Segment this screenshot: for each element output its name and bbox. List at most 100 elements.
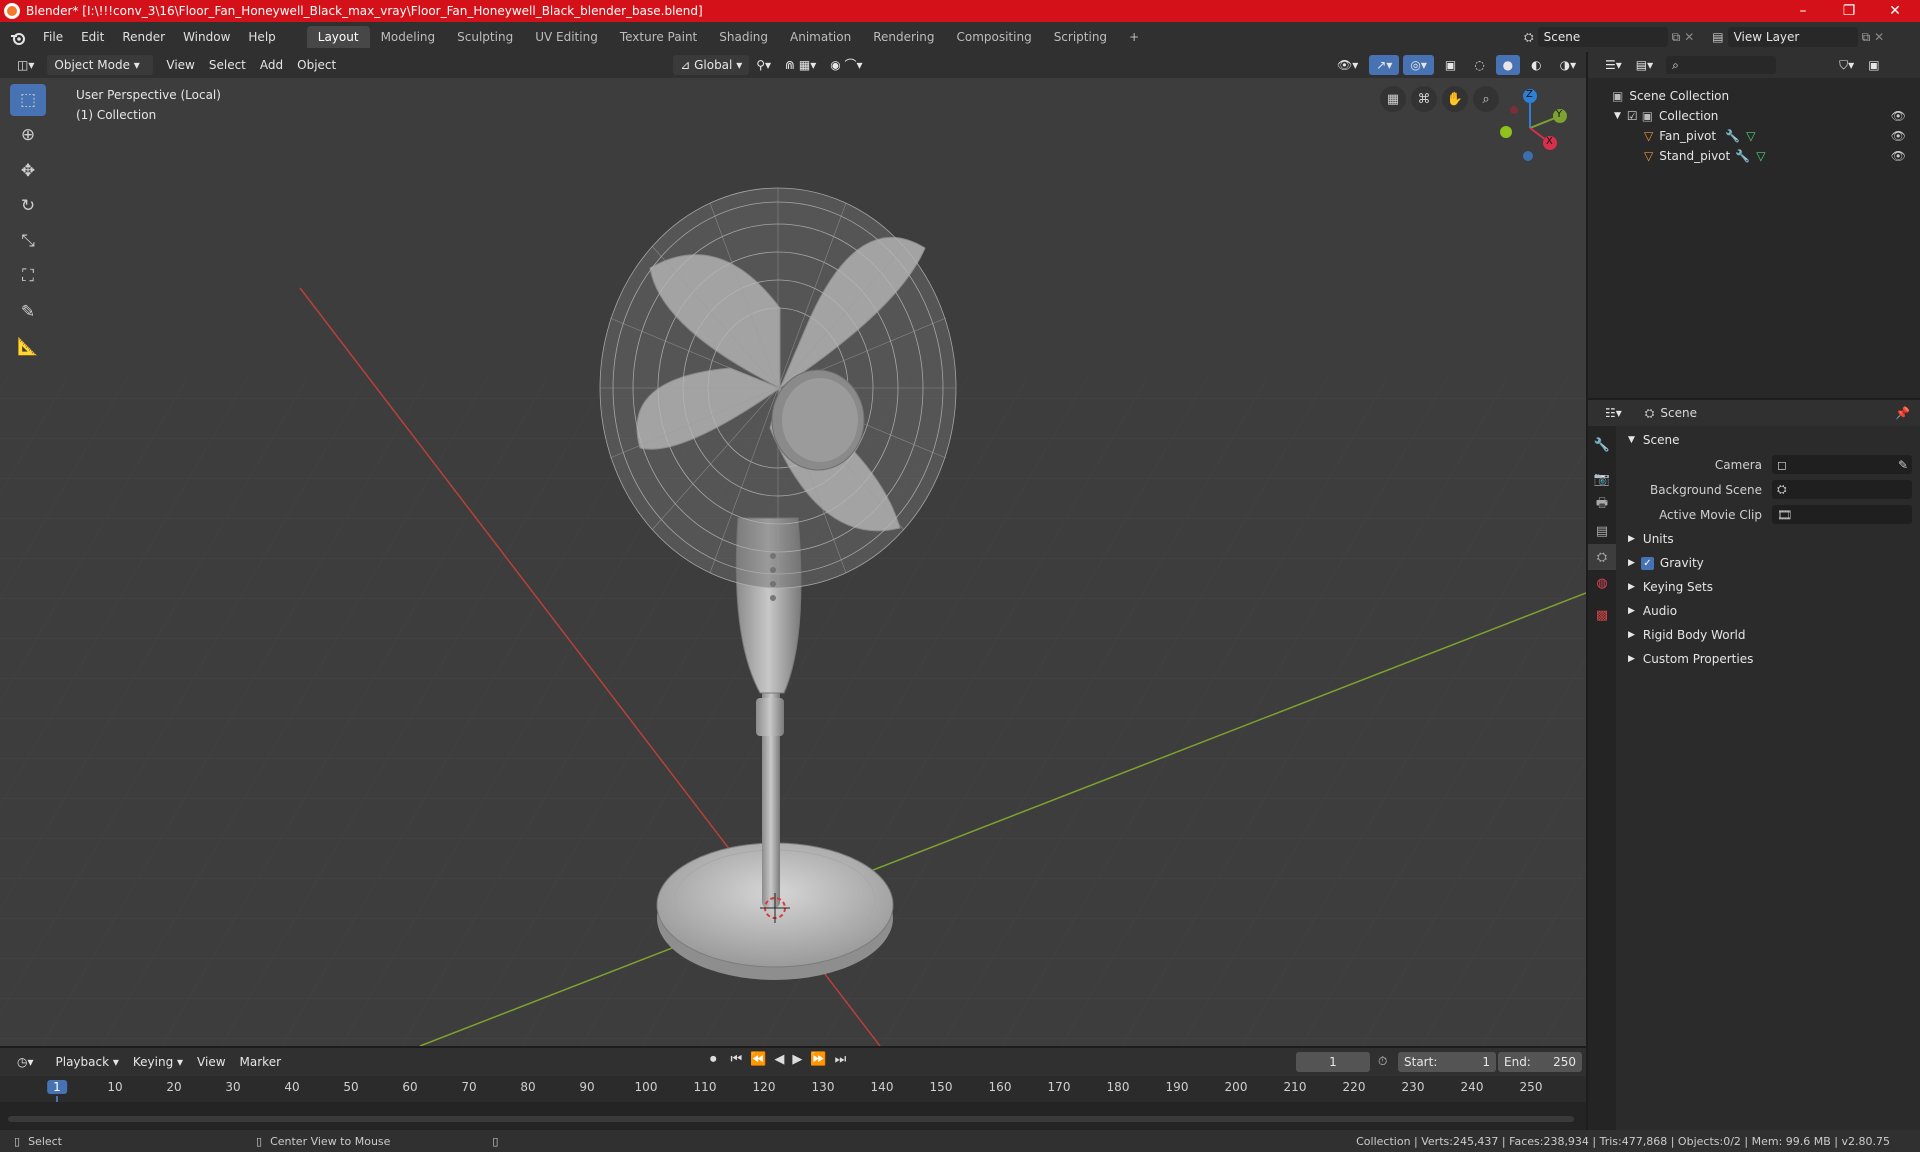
pivot-icon[interactable]: ⚲▾ <box>749 55 778 75</box>
cursor-tool-icon[interactable]: ⊕ <box>10 119 46 151</box>
properties-editor-type-icon[interactable]: ☷▾ <box>1598 403 1629 423</box>
tab-shading[interactable]: Shading <box>708 26 779 48</box>
menu-render[interactable]: Render <box>113 26 174 48</box>
pan-hand-icon[interactable]: ✋ <box>1442 86 1468 112</box>
outliner-object-fan-pivot[interactable]: ▽ Fan_pivot 🔧 ▽ 👁 <box>1588 126 1920 146</box>
start-frame-field[interactable]: Start: 1 <box>1398 1052 1496 1072</box>
rendered-shading-icon[interactable]: ◑▾ <box>1553 55 1584 75</box>
zoom-icon[interactable]: ⌕ <box>1473 86 1499 112</box>
mesh-data-icon[interactable]: ▽ <box>1756 149 1765 163</box>
jump-start-button[interactable]: ⏮ <box>731 1052 743 1067</box>
audio-panel-header[interactable]: ▶ Audio <box>1622 599 1918 623</box>
new-collection-icon[interactable]: ▣ <box>1861 55 1886 75</box>
snap-icon[interactable]: ⋒ ▦▾ <box>778 55 823 75</box>
keying-menu[interactable]: Keying ▾ <box>126 1052 190 1072</box>
camera-field[interactable]: ◻ ✎ <box>1772 455 1912 474</box>
annotate-tool-icon[interactable]: ✎ <box>10 296 46 328</box>
current-frame-indicator[interactable]: 1 <box>47 1080 67 1094</box>
scale-tool-icon[interactable]: ⤡ <box>10 225 46 257</box>
frame-ruler[interactable]: 1 10 20 30 40 50 60 70 80 90 100 110 120 130 140 150 160… <box>0 1076 1586 1130</box>
render-tab-icon[interactable]: 📷 <box>1588 466 1616 492</box>
current-frame-field[interactable]: 1 <box>1296 1052 1370 1072</box>
expand-arrow-icon[interactable]: ▼ <box>1614 111 1621 121</box>
scene-section-header[interactable]: ▼ Scene <box>1622 428 1918 452</box>
view-layer-selector[interactable]: View Layer <box>1727 27 1858 47</box>
marker-menu[interactable]: Marker <box>233 1052 288 1072</box>
overlay-toggle-icon[interactable]: ◎▾ <box>1403 55 1434 75</box>
tab-layout[interactable]: Layout <box>306 26 370 48</box>
tab-sculpting[interactable]: Sculpting <box>446 26 524 48</box>
view-layer-icon[interactable]: ▤ <box>1712 30 1723 44</box>
proportional-edit-icon[interactable]: ◉ ⌒▾ <box>823 55 869 75</box>
new-scene-icon[interactable]: ⧉ <box>1672 30 1681 45</box>
rigid-body-world-panel-header[interactable]: ▶ Rigid Body World <box>1622 623 1918 647</box>
units-panel-header[interactable]: ▶ Units <box>1622 527 1918 551</box>
keying-sets-panel-header[interactable]: ▶ Keying Sets <box>1622 575 1918 599</box>
timeline-scrollbar[interactable] <box>8 1116 1574 1122</box>
scene-selector[interactable]: Scene <box>1537 27 1668 47</box>
timeline-view-menu[interactable]: View <box>190 1052 232 1072</box>
minimize-button[interactable]: – <box>1780 0 1826 22</box>
outliner-search-input[interactable]: ⌕ <box>1666 56 1777 74</box>
output-tab-icon[interactable]: 🖶 <box>1588 492 1616 518</box>
select-box-tool-icon[interactable]: ⬚ <box>10 84 46 116</box>
end-frame-field[interactable]: End: 250 <box>1498 1052 1582 1072</box>
outliner-scene-collection[interactable]: ▣ Scene Collection <box>1588 86 1920 106</box>
tab-uv-editing[interactable]: UV Editing <box>524 26 609 48</box>
playback-menu[interactable]: Playback ▾ <box>49 1052 126 1072</box>
menu-object[interactable]: Object <box>290 55 343 75</box>
menu-add[interactable]: Add <box>253 55 290 75</box>
outliner-object-stand-pivot[interactable]: ▽ Stand_pivot 🔧 ▽ 👁 <box>1588 146 1920 166</box>
tool-tab-icon[interactable]: 🔧 <box>1588 432 1616 458</box>
close-button[interactable]: ✕ <box>1872 0 1918 22</box>
mode-dropdown[interactable]: Object Mode ▾ <box>47 55 154 75</box>
outliner-collection[interactable]: ▼ ☑ ▣ Collection 👁 <box>1588 106 1920 126</box>
gizmo-toggle-icon[interactable]: ↗▾ <box>1369 55 1400 75</box>
tab-modeling[interactable]: Modeling <box>370 26 447 48</box>
world-tab-icon[interactable]: ◍ <box>1588 570 1616 596</box>
mesh-data-icon[interactable]: ▽ <box>1746 129 1755 143</box>
background-scene-field[interactable]: ⛭ <box>1772 480 1912 499</box>
prev-keyframe-button[interactable]: ⏪ <box>750 1052 766 1067</box>
checkbox-icon[interactable]: ☑ <box>1627 109 1638 123</box>
modifier-wrench-icon[interactable]: 🔧 <box>1725 129 1740 143</box>
next-keyframe-button[interactable]: ⏩ <box>810 1052 826 1067</box>
timeline-track[interactable] <box>0 1102 1586 1130</box>
play-button[interactable]: ▶ <box>792 1052 802 1067</box>
orientation-dropdown[interactable]: ⊿ Global ▾ <box>673 55 750 75</box>
delete-scene-icon[interactable]: ✕ <box>1684 30 1694 44</box>
editor-type-icon[interactable]: ◫▾ <box>10 55 41 75</box>
toggle-camera-view-icon[interactable]: ▦ <box>1380 86 1406 112</box>
menu-view[interactable]: View <box>159 55 201 75</box>
menu-file[interactable]: File <box>34 26 72 48</box>
eyedropper-icon[interactable]: ✎ <box>1898 458 1908 472</box>
custom-properties-panel-header[interactable]: ▶ Custom Properties <box>1622 647 1918 671</box>
stopwatch-icon[interactable]: ⏱ <box>1378 1054 1387 1069</box>
menu-help[interactable]: Help <box>239 26 284 48</box>
add-workspace-button[interactable]: + <box>1118 26 1150 48</box>
visibility-eye-icon[interactable]: 👁 <box>1891 109 1906 123</box>
blender-menu-icon[interactable] <box>0 26 34 48</box>
tab-rendering[interactable]: Rendering <box>862 26 945 48</box>
wireframe-shading-icon[interactable]: ◌ <box>1467 55 1491 75</box>
tab-scripting[interactable]: Scripting <box>1043 26 1118 48</box>
scene-tab-icon[interactable]: ⛭ <box>1588 544 1616 570</box>
texture-tab-icon[interactable]: ▩ <box>1588 602 1616 628</box>
delete-view-layer-icon[interactable]: ✕ <box>1874 30 1884 44</box>
jump-end-button[interactable]: ⏭ <box>835 1052 847 1067</box>
modifier-wrench-icon[interactable]: 🔧 <box>1735 149 1750 163</box>
menu-edit[interactable]: Edit <box>72 26 113 48</box>
camera-icon[interactable]: ⌘ <box>1411 86 1437 112</box>
3d-viewport[interactable]: Z Y X ▦ ⌘ ✋ ⌕ <box>0 78 1586 1046</box>
tab-animation[interactable]: Animation <box>779 26 862 48</box>
active-movie-clip-field[interactable]: 🎞 <box>1772 505 1912 524</box>
tab-compositing[interactable]: Compositing <box>945 26 1042 48</box>
menu-select[interactable]: Select <box>202 55 253 75</box>
pin-icon[interactable]: 📌 <box>1895 406 1910 420</box>
material-shading-icon[interactable]: ◐ <box>1524 55 1548 75</box>
visibility-icon[interactable]: 👁▾ <box>1330 55 1365 75</box>
scene-icon[interactable]: ⛭ <box>1524 30 1534 45</box>
solid-shading-icon[interactable]: ● <box>1495 55 1521 75</box>
view-layer-tab-icon[interactable]: ▤ <box>1588 518 1616 544</box>
measure-tool-icon[interactable]: 📐 <box>10 331 46 363</box>
